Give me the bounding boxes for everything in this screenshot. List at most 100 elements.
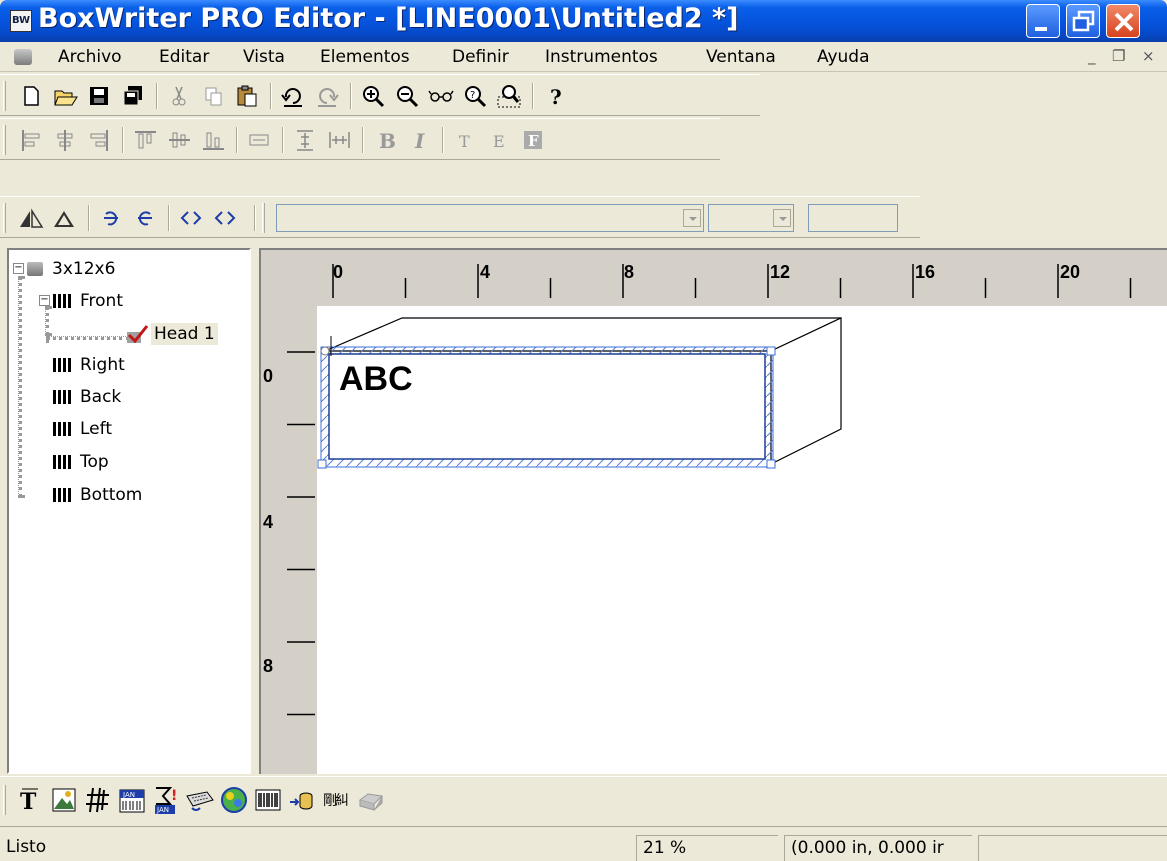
design-canvas[interactable]: ABC	[317, 306, 1167, 774]
menu-ventana[interactable]: Ventana	[706, 47, 776, 67]
help-button[interactable]: ?	[540, 81, 570, 111]
space-vertical-button[interactable]	[290, 125, 320, 155]
size-combo[interactable]	[708, 204, 794, 232]
logo-tool-icon	[221, 787, 247, 813]
zoom-in-button[interactable]	[358, 81, 388, 111]
mdi-minimize-button[interactable]: _	[1088, 47, 1096, 65]
copy-button[interactable]	[198, 81, 228, 111]
tree-item-front[interactable]: Front	[53, 287, 126, 315]
restore-button[interactable]	[1066, 4, 1100, 38]
selection-handle[interactable]	[320, 346, 330, 356]
mirror-right-button[interactable]	[210, 203, 240, 233]
align-bottom-button[interactable]	[198, 125, 228, 155]
box-icon	[27, 262, 43, 276]
font-t-button[interactable]: T	[450, 125, 480, 155]
toolbar-separator	[270, 83, 272, 109]
align-right-button[interactable]	[84, 125, 114, 155]
save-button[interactable]	[84, 81, 114, 111]
undo-button[interactable]	[278, 81, 308, 111]
text-element[interactable]: ABC	[339, 360, 413, 398]
bold-button[interactable]: B	[370, 125, 400, 155]
font-f-button[interactable]: F	[518, 125, 548, 155]
tree-item-bottom[interactable]: Bottom	[53, 481, 145, 509]
toolbar-grip[interactable]	[3, 125, 6, 155]
cursor-coordinates: (0.000 in, 0.000 ir	[784, 835, 972, 861]
redo-button[interactable]	[312, 81, 342, 111]
zoom-fit-button[interactable]: ?	[460, 81, 490, 111]
toolbar-grip[interactable]	[3, 203, 6, 233]
mirror-left-button[interactable]	[176, 203, 206, 233]
document-icon[interactable]	[14, 49, 32, 65]
jan-alert-button[interactable]: ! JAN	[150, 784, 182, 816]
tree-item-top[interactable]: Top	[53, 448, 112, 476]
mdi-restore-button[interactable]: ❐	[1112, 47, 1125, 65]
menu-archivo[interactable]: Archivo	[58, 47, 122, 67]
flip-horizontal-button[interactable]	[16, 203, 46, 233]
menu-elementos[interactable]: Elementos	[320, 47, 410, 67]
datasource-button[interactable]	[286, 784, 318, 816]
size-dropdown-arrow-icon[interactable]	[773, 209, 791, 227]
minimize-button[interactable]	[1026, 4, 1060, 38]
flip-vertical-icon	[54, 211, 74, 227]
menu-vista[interactable]: Vista	[243, 47, 285, 67]
zoom-out-button[interactable]	[392, 81, 422, 111]
svg-text:B: B	[379, 129, 396, 153]
italic-button[interactable]: I	[404, 125, 434, 155]
view-button[interactable]	[426, 81, 456, 111]
close-button[interactable]	[1106, 4, 1140, 38]
jan-barcode-button[interactable]: JAN	[116, 784, 148, 816]
menu-instrumentos[interactable]: Instrumentos	[545, 47, 658, 67]
selection-handle[interactable]	[317, 459, 327, 469]
svg-text:T: T	[20, 789, 37, 815]
tree-item-head[interactable]: Head 1	[125, 320, 218, 348]
same-width-button[interactable]	[244, 125, 274, 155]
toolbar-grip[interactable]	[262, 203, 265, 233]
rotate-right-button[interactable]	[130, 203, 160, 233]
ruler-label: 4	[263, 512, 274, 532]
label-editor: 0 4 8 12 16 20 0 4 8 ABC	[259, 248, 1167, 774]
toolbar-grip[interactable]	[3, 785, 6, 815]
barcode-hash-button[interactable]	[82, 784, 114, 816]
collapse-front-icon[interactable]: −	[39, 295, 50, 306]
keyboard-button[interactable]	[184, 784, 216, 816]
title-bar[interactable]: BW BoxWriter PRO Editor - [LINE0001\Unti…	[0, 0, 1167, 42]
save-all-button[interactable]	[118, 81, 148, 111]
toolbar-grip[interactable]	[3, 81, 6, 111]
new-button[interactable]	[16, 81, 46, 111]
printer-button[interactable]	[354, 784, 386, 816]
font-e-button[interactable]: E	[484, 125, 514, 155]
extra-field[interactable]	[808, 204, 898, 232]
paste-button[interactable]	[232, 81, 262, 111]
tree-label: Front	[80, 291, 123, 311]
tree-root[interactable]: 3x12x6	[27, 255, 118, 283]
cut-button[interactable]	[164, 81, 194, 111]
align-top-button[interactable]	[130, 125, 160, 155]
zoom-select-button[interactable]	[494, 81, 524, 111]
selection-handle[interactable]	[766, 346, 776, 356]
flip-vertical-button[interactable]	[50, 203, 80, 233]
rotate-left-button[interactable]	[96, 203, 126, 233]
align-left-button[interactable]	[16, 125, 46, 155]
space-horizontal-button[interactable]	[324, 125, 354, 155]
image-tool-button[interactable]	[48, 784, 80, 816]
menu-ayuda[interactable]: Ayuda	[817, 47, 870, 67]
tree-item-back[interactable]: Back	[53, 383, 124, 411]
tree-item-right[interactable]: Right	[53, 351, 128, 379]
logo-tool-button[interactable]	[218, 784, 250, 816]
menu-definir[interactable]: Definir	[452, 47, 509, 67]
open-button[interactable]	[50, 81, 80, 111]
font-combo[interactable]	[276, 204, 704, 232]
mdi-close-button[interactable]: ×	[1142, 47, 1155, 65]
barcode-button[interactable]	[252, 784, 284, 816]
menu-editar[interactable]: Editar	[159, 47, 209, 67]
text-tool-button[interactable]: T	[14, 784, 46, 816]
align-middle-button[interactable]	[164, 125, 194, 155]
selection-handle[interactable]	[766, 459, 776, 469]
image-tool-icon	[52, 788, 76, 812]
font-dropdown-arrow-icon[interactable]	[683, 209, 701, 227]
horizontal-ruler[interactable]	[261, 250, 1167, 308]
collapse-root-icon[interactable]: −	[13, 263, 24, 274]
counter-button[interactable]: 剛糾	[320, 784, 352, 816]
tree-item-left[interactable]: Left	[53, 415, 115, 443]
align-center-button[interactable]	[50, 125, 80, 155]
